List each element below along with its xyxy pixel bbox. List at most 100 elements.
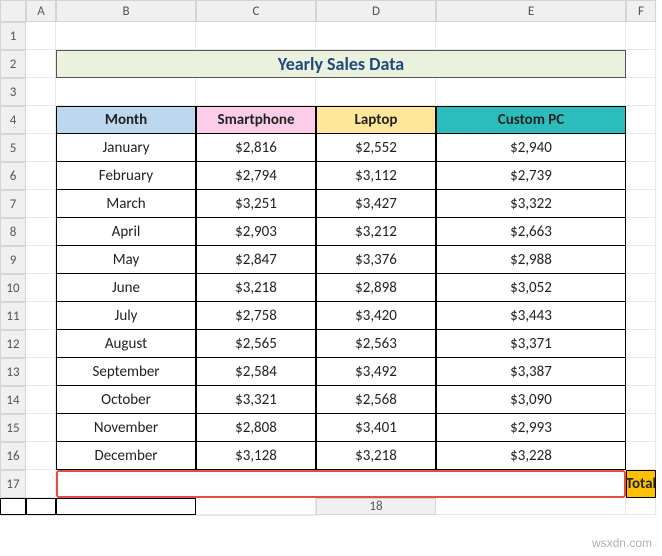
- cell-A11[interactable]: [26, 302, 56, 330]
- cell-A1[interactable]: [26, 22, 56, 50]
- cell-F5[interactable]: [626, 134, 656, 162]
- cell-month-sep[interactable]: September: [56, 358, 196, 386]
- title-banner[interactable]: Yearly Sales Data: [56, 50, 626, 78]
- cell-A10[interactable]: [26, 274, 56, 302]
- cell-custompc-jul[interactable]: $3,443: [436, 302, 626, 330]
- row-header-15[interactable]: 15: [0, 414, 26, 442]
- cell-month-mar[interactable]: March: [56, 190, 196, 218]
- col-header-E[interactable]: E: [436, 0, 626, 22]
- cell-month-may[interactable]: May: [56, 246, 196, 274]
- cell-E1[interactable]: [436, 22, 626, 50]
- cell-custompc-oct[interactable]: $3,090: [436, 386, 626, 414]
- header-month[interactable]: Month: [56, 106, 196, 134]
- row-header-2[interactable]: 2: [0, 50, 26, 78]
- col-header-C[interactable]: C: [196, 0, 316, 22]
- cell-custompc-feb[interactable]: $2,739: [436, 162, 626, 190]
- cell-laptop-jan[interactable]: $2,552: [316, 134, 436, 162]
- cell-custompc-jun[interactable]: $3,052: [436, 274, 626, 302]
- cell-B3[interactable]: [56, 78, 196, 106]
- total-smartphone[interactable]: [0, 498, 26, 515]
- row-header-14[interactable]: 14: [0, 386, 26, 414]
- cell-A5[interactable]: [26, 134, 56, 162]
- cell-month-jan[interactable]: January: [56, 134, 196, 162]
- spreadsheet-grid[interactable]: A B C D E F 1 2 Yearly Sales Data 3 4 Mo…: [0, 0, 662, 516]
- cell-laptop-jul[interactable]: $3,420: [316, 302, 436, 330]
- col-header-B[interactable]: B: [56, 0, 196, 22]
- row-header-3[interactable]: 3: [0, 78, 26, 106]
- cell-F15[interactable]: [626, 414, 656, 442]
- cell-A18[interactable]: [436, 498, 626, 515]
- cell-laptop-apr[interactable]: $3,212: [316, 218, 436, 246]
- cell-A12[interactable]: [26, 330, 56, 358]
- cell-custompc-nov[interactable]: $2,993: [436, 414, 626, 442]
- row-header-10[interactable]: 10: [0, 274, 26, 302]
- cell-smartphone-aug[interactable]: $2,565: [196, 330, 316, 358]
- row-header-12[interactable]: 12: [0, 330, 26, 358]
- cell-month-oct[interactable]: October: [56, 386, 196, 414]
- cell-smartphone-dec[interactable]: $3,128: [196, 442, 316, 470]
- cell-F4[interactable]: [626, 106, 656, 134]
- cell-custompc-may[interactable]: $2,988: [436, 246, 626, 274]
- row-header-4[interactable]: 4: [0, 106, 26, 134]
- total-custompc[interactable]: [56, 498, 196, 515]
- cell-smartphone-apr[interactable]: $2,903: [196, 218, 316, 246]
- cell-laptop-aug[interactable]: $2,563: [316, 330, 436, 358]
- row-header-9[interactable]: 9: [0, 246, 26, 274]
- cell-A3[interactable]: [26, 78, 56, 106]
- cell-month-dec[interactable]: December: [56, 442, 196, 470]
- cell-A16[interactable]: [26, 442, 56, 470]
- cell-smartphone-mar[interactable]: $3,251: [196, 190, 316, 218]
- cell-laptop-nov[interactable]: $3,401: [316, 414, 436, 442]
- cell-A4[interactable]: [26, 106, 56, 134]
- row-header-18[interactable]: 18: [316, 498, 436, 515]
- cell-F1[interactable]: [626, 22, 656, 50]
- cell-A9[interactable]: [26, 246, 56, 274]
- header-smartphone[interactable]: Smartphone: [196, 106, 316, 134]
- cell-laptop-oct[interactable]: $2,568: [316, 386, 436, 414]
- row-header-17[interactable]: 17: [0, 470, 26, 498]
- cell-A2[interactable]: [26, 50, 56, 78]
- header-laptop[interactable]: Laptop: [316, 106, 436, 134]
- cell-smartphone-oct[interactable]: $3,321: [196, 386, 316, 414]
- cell-F2[interactable]: [626, 50, 656, 78]
- row-header-7[interactable]: 7: [0, 190, 26, 218]
- cell-E3[interactable]: [436, 78, 626, 106]
- cell-custompc-jan[interactable]: $2,940: [436, 134, 626, 162]
- cell-custompc-dec[interactable]: $3,228: [436, 442, 626, 470]
- cell-month-aug[interactable]: August: [56, 330, 196, 358]
- cell-F14[interactable]: [626, 386, 656, 414]
- cell-smartphone-sep[interactable]: $2,584: [196, 358, 316, 386]
- cell-smartphone-jul[interactable]: $2,758: [196, 302, 316, 330]
- cell-A17[interactable]: [26, 470, 56, 498]
- cell-A6[interactable]: [26, 162, 56, 190]
- row-header-11[interactable]: 11: [0, 302, 26, 330]
- cell-F6[interactable]: [626, 162, 656, 190]
- cell-month-jun[interactable]: June: [56, 274, 196, 302]
- cell-custompc-mar[interactable]: $3,322: [436, 190, 626, 218]
- cell-F12[interactable]: [626, 330, 656, 358]
- cell-month-jul[interactable]: July: [56, 302, 196, 330]
- col-header-F[interactable]: F: [626, 0, 656, 22]
- cell-C3[interactable]: [196, 78, 316, 106]
- select-all-corner[interactable]: [0, 0, 26, 22]
- col-header-A[interactable]: A: [26, 0, 56, 22]
- cell-laptop-mar[interactable]: $3,427: [316, 190, 436, 218]
- col-header-D[interactable]: D: [316, 0, 436, 22]
- cell-A8[interactable]: [26, 218, 56, 246]
- cell-smartphone-feb[interactable]: $2,794: [196, 162, 316, 190]
- cell-F16[interactable]: [626, 442, 656, 470]
- cell-laptop-dec[interactable]: $3,218: [316, 442, 436, 470]
- cell-month-apr[interactable]: April: [56, 218, 196, 246]
- cell-smartphone-nov[interactable]: $2,808: [196, 414, 316, 442]
- cell-F7[interactable]: [626, 190, 656, 218]
- cell-F11[interactable]: [626, 302, 656, 330]
- row-header-6[interactable]: 6: [0, 162, 26, 190]
- cell-custompc-sep[interactable]: $3,387: [436, 358, 626, 386]
- cell-C18[interactable]: [0, 515, 26, 516]
- cell-F8[interactable]: [626, 218, 656, 246]
- cell-F13[interactable]: [626, 358, 656, 386]
- cell-month-nov[interactable]: November: [56, 414, 196, 442]
- row-header-1[interactable]: 1: [0, 22, 26, 50]
- row-header-16[interactable]: 16: [0, 442, 26, 470]
- cell-F9[interactable]: [626, 246, 656, 274]
